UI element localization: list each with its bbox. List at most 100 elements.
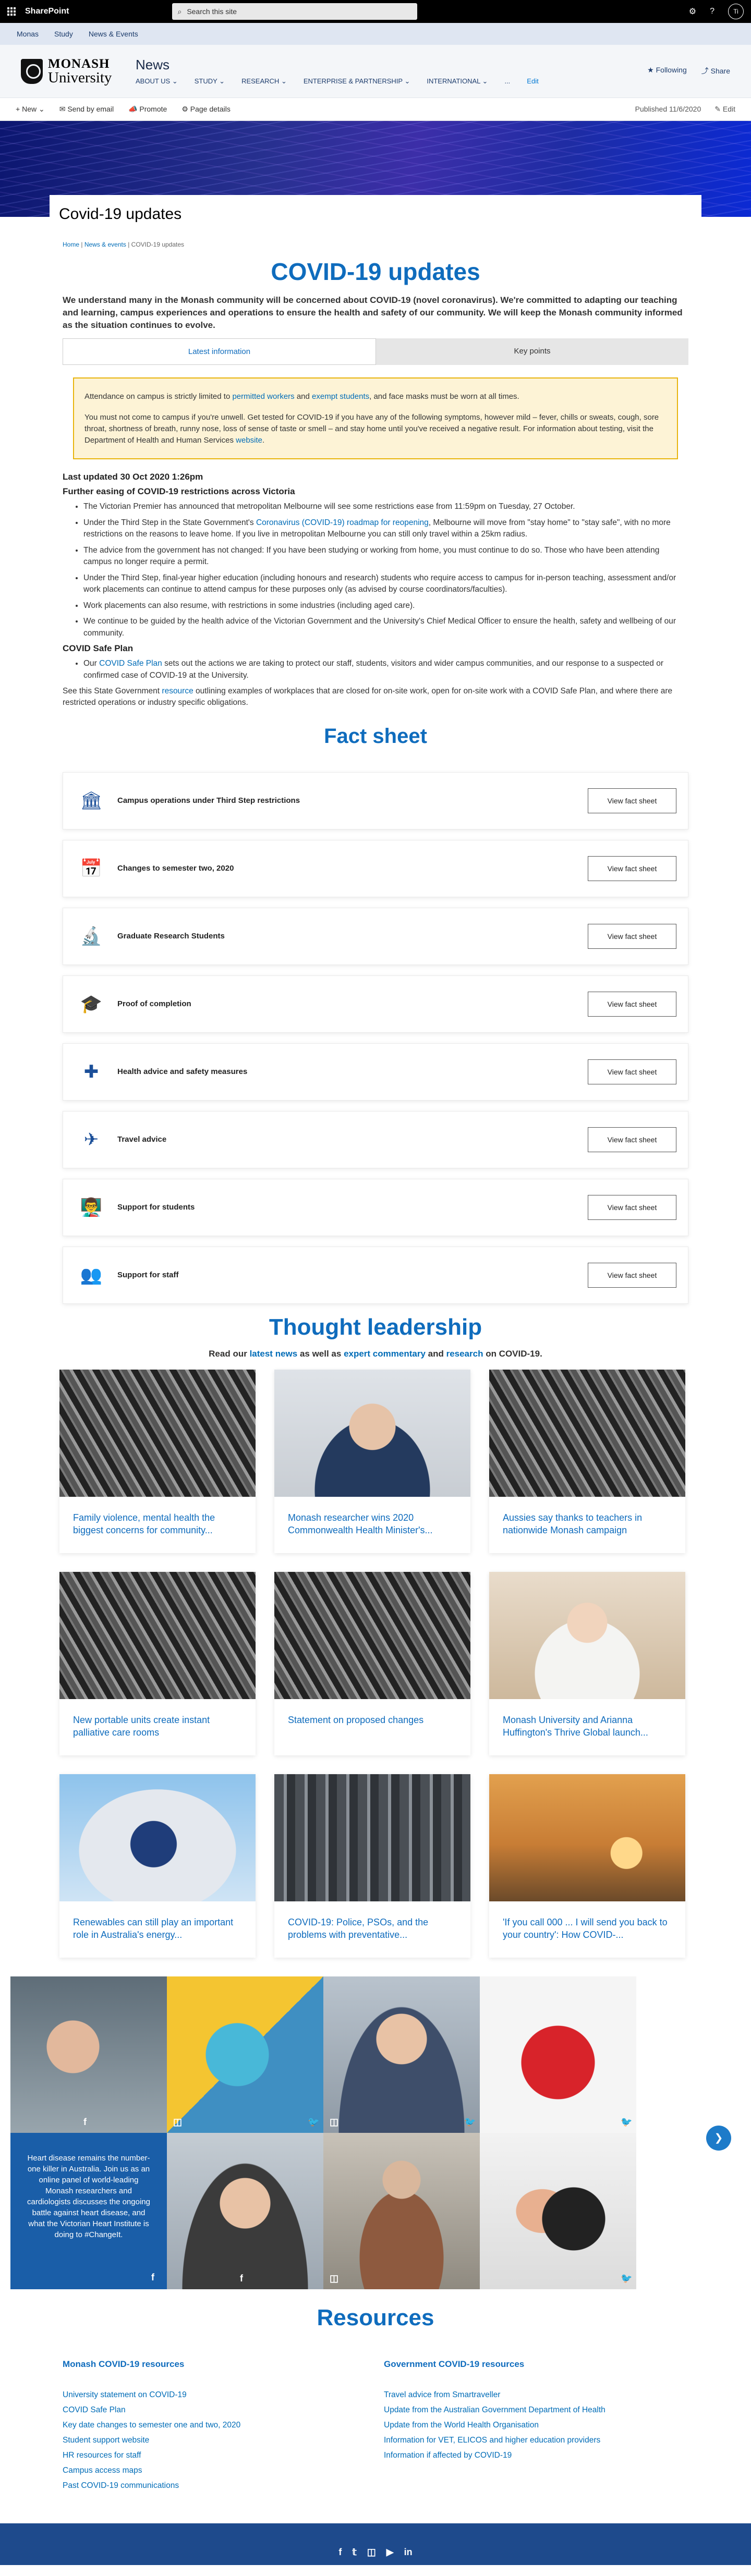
exempt-students-link[interactable]: exempt students xyxy=(312,392,369,401)
fact-sheet-label: Changes to semester two, 2020 xyxy=(117,864,234,873)
news-card[interactable]: Aussies say thanks to teachers in nation… xyxy=(489,1369,685,1553)
news-card[interactable]: Renewables can still play an important r… xyxy=(59,1774,256,1958)
social-tile[interactable]: ◫ 🐦 xyxy=(323,1976,480,2133)
news-card[interactable]: Statement on proposed changes xyxy=(274,1571,470,1755)
tab-latest-information[interactable]: Latest information xyxy=(63,338,376,365)
page-details-button[interactable]: ⚙ Page details xyxy=(181,105,231,114)
site-title[interactable]: News xyxy=(136,57,539,73)
resource-link[interactable]: University statement on COVID-19 xyxy=(63,2390,334,2400)
search-placeholder: Search this site xyxy=(187,7,237,16)
state-resource-link[interactable]: resource xyxy=(162,687,193,695)
news-card-image xyxy=(59,1571,256,1699)
monash-logo[interactable]: MONASH University xyxy=(21,57,136,86)
resource-link[interactable]: Information for VET, ELICOS and higher e… xyxy=(384,2436,655,2445)
view-fact-sheet-button[interactable]: View fact sheet xyxy=(588,1059,676,1084)
news-card-title[interactable]: Renewables can still play an important r… xyxy=(59,1901,256,1956)
social-tile[interactable]: f xyxy=(167,2132,323,2289)
app-launcher-icon[interactable] xyxy=(7,7,16,16)
news-card-title[interactable]: Statement on proposed changes xyxy=(274,1699,470,1741)
resource-link[interactable]: HR resources for staff xyxy=(63,2451,334,2460)
sharepoint-label[interactable]: SharePoint xyxy=(25,7,69,16)
menu-study[interactable]: STUDY ⌄ xyxy=(195,77,225,86)
resource-link[interactable]: Campus access maps xyxy=(63,2466,334,2475)
easing-list: The Victorian Premier has announced that… xyxy=(83,501,688,639)
news-card-title[interactable]: Monash University and Arianna Huffington… xyxy=(489,1699,685,1754)
view-fact-sheet-button[interactable]: View fact sheet xyxy=(588,1127,676,1152)
youtube-icon[interactable]: ▶ xyxy=(386,2547,394,2558)
hub-link-news-events[interactable]: News & Events xyxy=(89,30,138,38)
news-card-title[interactable]: 'If you call 000 ... I will send you bac… xyxy=(489,1901,685,1956)
news-card-title[interactable]: Family violence, mental health the bigge… xyxy=(59,1497,256,1552)
view-fact-sheet-button[interactable]: View fact sheet xyxy=(588,856,676,881)
social-feed: f ◫ 🐦 ◫ 🐦 🐦 Heart disease remains the numb… xyxy=(10,1976,741,2289)
fact-sheet-item: 🎓 Proof of completion View fact sheet xyxy=(63,975,688,1033)
settings-icon[interactable]: ⚙ xyxy=(689,6,696,17)
news-card[interactable]: New portable units create instant pallia… xyxy=(59,1571,256,1755)
help-icon[interactable]: ? xyxy=(710,7,714,16)
expert-commentary-link[interactable]: expert commentary xyxy=(344,1349,426,1359)
social-tile[interactable]: 🐦 xyxy=(480,1976,636,2133)
news-card[interactable]: 'If you call 000 ... I will send you bac… xyxy=(489,1774,685,1958)
new-button[interactable]: + New ⌄ xyxy=(16,105,45,114)
hub-link-monas[interactable]: Monas xyxy=(17,30,39,38)
research-link[interactable]: research xyxy=(446,1349,483,1359)
news-card[interactable]: Family violence, mental health the bigge… xyxy=(59,1369,256,1553)
resource-link[interactable]: Key date changes to semester one and two… xyxy=(63,2421,334,2430)
send-email-button[interactable]: ✉ Send by email xyxy=(59,105,114,114)
view-fact-sheet-button[interactable]: View fact sheet xyxy=(588,923,676,949)
breadcrumb-home[interactable]: Home xyxy=(63,241,79,248)
menu-edit[interactable]: Edit xyxy=(527,77,538,86)
view-fact-sheet-button[interactable]: View fact sheet xyxy=(588,1194,676,1220)
resource-link[interactable]: Information if affected by COVID-19 xyxy=(384,2451,655,2460)
avatar[interactable]: Ti xyxy=(728,4,744,19)
resource-link[interactable]: Travel advice from Smartraveller xyxy=(384,2390,655,2400)
hub-link-study[interactable]: Study xyxy=(54,30,73,38)
twitter-icon[interactable]: 𝕥 xyxy=(352,2547,356,2558)
roadmap-link[interactable]: Coronavirus (COVID-19) roadmap for reope… xyxy=(256,518,429,527)
news-card[interactable]: Monash University and Arianna Huffington… xyxy=(489,1571,685,1755)
news-card[interactable]: Monash researcher wins 2020 Commonwealth… xyxy=(274,1369,470,1553)
edit-button[interactable]: ✎ Edit xyxy=(714,105,735,114)
instagram-icon[interactable]: ◫ xyxy=(367,2547,376,2558)
resource-link[interactable]: Update from the Australian Government De… xyxy=(384,2406,655,2415)
resource-link[interactable]: COVID Safe Plan xyxy=(63,2406,334,2415)
building-icon: 🏛 xyxy=(80,790,103,811)
promote-button[interactable]: 📣 Promote xyxy=(128,105,167,114)
news-card-title[interactable]: Monash researcher wins 2020 Commonwealth… xyxy=(274,1497,470,1552)
dhhs-website-link[interactable]: website xyxy=(236,436,262,445)
covid-safe-plan-link[interactable]: COVID Safe Plan xyxy=(99,659,162,668)
menu-enterprise[interactable]: ENTERPRISE & PARTNERSHIP ⌄ xyxy=(304,77,410,86)
news-card[interactable]: COVID-19: Police, PSOs, and the problems… xyxy=(274,1774,470,1958)
resource-link[interactable]: Past COVID-19 communications xyxy=(63,2481,334,2490)
menu-about-us[interactable]: ABOUT US ⌄ xyxy=(136,77,178,86)
carousel-next-button[interactable]: ❯ xyxy=(706,2125,731,2151)
news-card-title[interactable]: New portable units create instant pallia… xyxy=(59,1699,256,1754)
search-box[interactable]: ⌕ Search this site xyxy=(172,3,418,20)
news-card-title[interactable]: COVID-19: Police, PSOs, and the problems… xyxy=(274,1901,470,1956)
resource-link[interactable]: Student support website xyxy=(63,2436,334,2445)
menu-more[interactable]: ... xyxy=(504,77,510,86)
facebook-icon[interactable]: f xyxy=(338,2547,342,2558)
megaphone-icon: 📣 xyxy=(128,105,138,113)
social-tile[interactable]: ◫ xyxy=(323,2132,480,2289)
news-card-title[interactable]: Aussies say thanks to teachers in nation… xyxy=(489,1497,685,1552)
view-fact-sheet-button[interactable]: View fact sheet xyxy=(588,1262,676,1288)
following-button[interactable]: ★ Following xyxy=(647,66,687,76)
tab-key-points[interactable]: Key points xyxy=(376,338,688,365)
view-fact-sheet-button[interactable]: View fact sheet xyxy=(588,991,676,1017)
latest-news-link[interactable]: latest news xyxy=(250,1349,298,1359)
social-tile[interactable]: f xyxy=(10,1976,167,2133)
breadcrumb-news[interactable]: News & events xyxy=(84,241,126,248)
social-tile[interactable]: 🐦 xyxy=(480,2132,636,2289)
view-fact-sheet-button[interactable]: View fact sheet xyxy=(588,788,676,813)
share-button[interactable]: ⤴ Share xyxy=(701,66,730,76)
resource-link[interactable]: Update from the World Health Organisatio… xyxy=(384,2421,655,2430)
social-tile[interactable]: Heart disease remains the number-one kil… xyxy=(10,2132,167,2289)
menu-international[interactable]: INTERNATIONAL ⌄ xyxy=(427,77,488,86)
site-menu: ABOUT US ⌄ STUDY ⌄ RESEARCH ⌄ ENTERPRISE… xyxy=(136,77,539,86)
permitted-workers-link[interactable]: permitted workers xyxy=(232,392,294,401)
menu-research[interactable]: RESEARCH ⌄ xyxy=(241,77,287,86)
logo-bottom-text: University xyxy=(48,69,112,86)
linkedin-icon[interactable]: in xyxy=(404,2547,413,2558)
social-tile[interactable]: ◫ 🐦 xyxy=(167,1976,323,2133)
